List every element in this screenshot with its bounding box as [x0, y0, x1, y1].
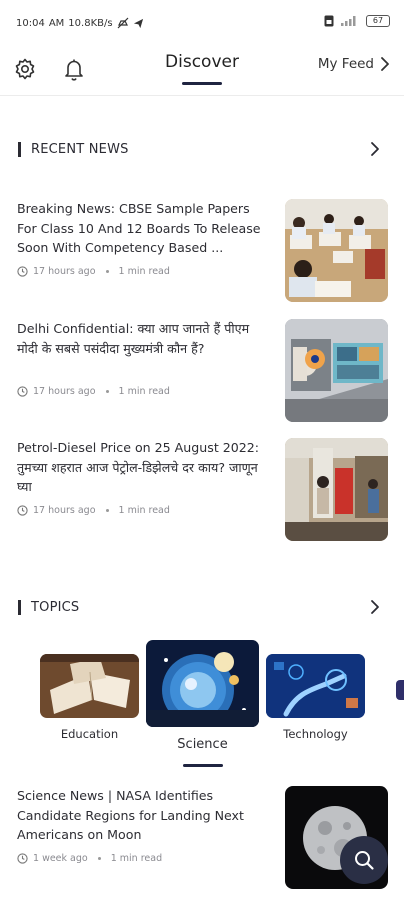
recent-news-header: RECENT NEWS [18, 138, 386, 160]
news-thumbnail-exam-hall [285, 199, 388, 302]
topics-more-button[interactable] [364, 596, 386, 618]
my-feed-link[interactable]: My Feed [318, 56, 390, 72]
news-meta: 17 hours ago 1 min read [17, 266, 170, 277]
news-meta: 17 hours ago 1 min read [17, 386, 170, 397]
topic-label-technology: Technology [283, 727, 348, 741]
clock-icon [17, 266, 28, 277]
search-icon [355, 851, 374, 870]
status-time: 10:04 [16, 17, 45, 29]
meta-separator [105, 270, 109, 273]
news-thumbnail-delhi-confidential [285, 319, 388, 422]
signal-icon [341, 16, 356, 26]
recent-news-more-button[interactable] [364, 138, 386, 160]
section-marker [18, 141, 21, 157]
my-feed-label: My Feed [317, 56, 374, 72]
topic-next-partial[interactable] [396, 680, 404, 700]
status-right: 67 [324, 15, 390, 27]
selected-topic-indicator [183, 764, 223, 767]
section-marker [18, 599, 21, 615]
status-left: 10:04 AM 10.8KB/s [16, 17, 144, 29]
sim-icon [324, 15, 334, 27]
news-read-time: 1 min read [118, 505, 170, 516]
status-speed: 10.8KB/s [68, 17, 113, 29]
meta-separator [97, 857, 101, 860]
topic-technology[interactable]: Technology [266, 654, 365, 741]
news-title: Delhi Confidential: क्या आप जानते हैं पी… [17, 321, 250, 356]
battery-icon: 67 [366, 15, 390, 27]
news-item-2[interactable]: Delhi Confidential: क्या आप जानते हैं पी… [0, 319, 404, 425]
meta-separator [105, 390, 109, 393]
title-underline [182, 82, 222, 85]
meta-separator [105, 509, 109, 512]
topics-title: TOPICS [31, 599, 80, 615]
search-fab-button[interactable] [340, 836, 388, 884]
topic-label-education: Education [60, 727, 119, 741]
clock-icon [17, 386, 28, 397]
news-item-1[interactable]: Breaking News: CBSE Sample Papers For Cl… [0, 199, 404, 305]
topic-education[interactable]: Education [40, 654, 139, 741]
top-bar: Discover My Feed [0, 44, 404, 96]
topic-science[interactable]: Science [146, 640, 259, 752]
status-bar: 10:04 AM 10.8KB/s 67 [0, 0, 404, 44]
news-title: Petrol-Diesel Price on 25 August 2022: त… [17, 440, 260, 494]
topic-image-technology [266, 654, 365, 718]
news-item-3[interactable]: Petrol-Diesel Price on 25 August 2022: त… [0, 438, 404, 544]
news-read-time: 1 min read [110, 853, 163, 864]
news-time: 17 hours ago [33, 386, 96, 397]
news-read-time: 1 min read [118, 266, 170, 277]
chevron-right-icon [371, 600, 379, 614]
chevron-right-icon [371, 142, 379, 156]
recent-news-title: RECENT NEWS [31, 141, 129, 157]
battery-level: 67 [372, 16, 384, 25]
news-time: 1 week ago [33, 853, 88, 864]
news-time: 17 hours ago [33, 505, 96, 516]
mute-icon [117, 17, 128, 29]
topic-image-science [146, 640, 259, 727]
news-title: Breaking News: CBSE Sample Papers For Cl… [17, 201, 261, 255]
news-time: 17 hours ago [33, 266, 96, 277]
telegram-icon [133, 18, 143, 28]
topic-label-science: Science [177, 737, 228, 752]
topics-header: TOPICS [18, 596, 386, 618]
chevron-right-icon [381, 57, 389, 71]
news-read-time: 1 min read [118, 386, 170, 397]
topic-news-item[interactable]: Science News | NASA Identifies Candidate… [0, 786, 404, 892]
news-meta: 17 hours ago 1 min read [17, 505, 170, 516]
status-ampm: AM [48, 17, 65, 29]
topic-image-education [40, 654, 139, 718]
news-meta: 1 week ago 1 min read [17, 853, 162, 864]
news-thumbnail-petrol-pump [285, 438, 388, 541]
clock-icon [17, 853, 28, 864]
clock-icon [17, 505, 28, 516]
news-title: Science News | NASA Identifies Candidate… [17, 788, 244, 842]
